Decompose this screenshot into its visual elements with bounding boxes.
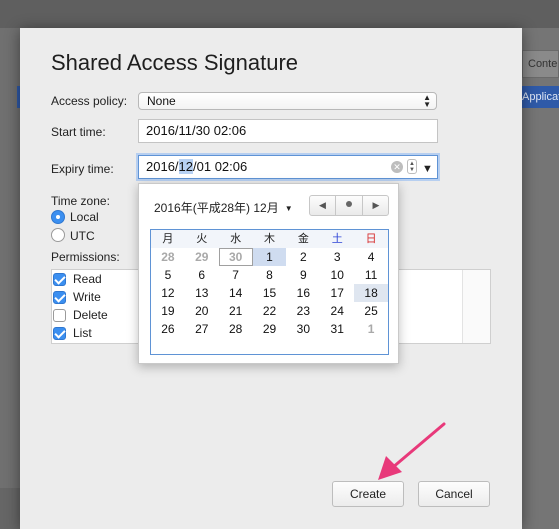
calendar-day[interactable]: 30 (286, 320, 320, 338)
expiry-time-value-year: 2016/ (146, 159, 179, 174)
time-zone-utc-label[interactable]: UTC (70, 229, 95, 243)
calendar-day[interactable]: 9 (286, 266, 320, 284)
calendar-day[interactable]: 29 (185, 248, 219, 266)
background-bottom-strip (0, 488, 20, 529)
calendar-day[interactable]: 28 (151, 248, 185, 266)
time-zone-local-radio[interactable] (51, 210, 65, 224)
calendar-day[interactable]: 12 (151, 284, 185, 302)
calendar-day[interactable]: 23 (286, 302, 320, 320)
prev-month-button[interactable]: ◀ (310, 196, 336, 215)
permission-list-label[interactable]: List (73, 326, 92, 340)
permission-write-label[interactable]: Write (73, 290, 101, 304)
calendar-day[interactable]: 21 (219, 302, 253, 320)
select-arrows-icon: ▲ ▼ (423, 93, 431, 109)
calendar-day[interactable]: 10 (320, 266, 354, 284)
expiry-time-value-month[interactable]: 12 (178, 159, 194, 174)
calendar-day[interactable]: 29 (253, 320, 287, 338)
permission-write-checkbox[interactable] (53, 291, 66, 304)
time-zone-utc-radio[interactable] (51, 228, 65, 242)
dropdown-triangle-icon[interactable]: ▼ (422, 158, 433, 180)
calendar-day[interactable]: 1 (252, 248, 287, 266)
calendar-day[interactable]: 17 (320, 284, 354, 302)
today-dot-icon (346, 201, 352, 207)
weekday-header: 木 (252, 230, 287, 248)
calendar-day[interactable]: 28 (219, 320, 253, 338)
calendar-day[interactable]: 25 (354, 302, 388, 320)
permissions-scrollbar[interactable] (462, 270, 490, 343)
start-time-label: Start time: (51, 125, 106, 139)
calendar-day[interactable]: 15 (253, 284, 287, 302)
permission-delete-checkbox[interactable] (53, 309, 66, 322)
calendar-day[interactable]: 31 (320, 320, 354, 338)
calendar-day[interactable]: 16 (286, 284, 320, 302)
weekday-header: 水 (218, 230, 253, 248)
calendar-day[interactable]: 14 (219, 284, 253, 302)
create-button[interactable]: Create (332, 481, 404, 507)
calendar-day[interactable]: 18 (354, 284, 388, 302)
calendar-day[interactable]: 4 (354, 248, 388, 266)
start-time-value: 2016/11/30 02:06 (146, 123, 247, 138)
permission-delete-label[interactable]: Delete (73, 308, 108, 322)
time-zone-local-label[interactable]: Local (70, 210, 99, 224)
calendar-day[interactable]: 27 (185, 320, 219, 338)
calendar-day[interactable]: 1 (354, 320, 388, 338)
weekday-header: 金 (286, 230, 321, 248)
weekday-header: 月 (151, 230, 185, 248)
cancel-button[interactable]: Cancel (418, 481, 490, 507)
weekday-header: 日 (354, 230, 388, 248)
month-dropdown-icon: ▼ (284, 204, 293, 213)
today-button[interactable] (336, 196, 363, 215)
calendar-day[interactable]: 3 (320, 248, 354, 266)
weekday-header: 土 (320, 230, 355, 248)
calendar-day[interactable]: 20 (185, 302, 219, 320)
start-time-input[interactable]: 2016/11/30 02:06 (138, 119, 438, 143)
clear-icon[interactable]: ✕ (391, 161, 403, 173)
chevron-right-icon: ▶ (372, 200, 380, 210)
spinner-icon[interactable]: ▲ ▼ (407, 159, 417, 174)
permissions-label: Permissions: (51, 250, 120, 264)
calendar-day[interactable]: 19 (151, 302, 185, 320)
calendar-day[interactable]: 8 (253, 266, 287, 284)
month-label: 2016年(平成28年) 12月 (154, 201, 279, 215)
background-selected-item: Applicati (522, 86, 559, 108)
date-picker-popup: 2016年(平成28年) 12月 ▼ ◀ ▶ 月火水木金土日 28 29 30 1 2 3 4 5… (138, 183, 399, 364)
weekday-header: 火 (184, 230, 219, 248)
calendar-day[interactable]: 7 (219, 266, 253, 284)
permission-list-checkbox[interactable] (53, 327, 66, 340)
calendar-day[interactable]: 2 (286, 248, 320, 266)
expiry-time-label: Expiry time: (51, 162, 114, 176)
month-selector[interactable]: 2016年(平成28年) 12月 ▼ (154, 199, 293, 216)
chevron-left-icon: ◀ (319, 200, 326, 210)
calendar-day[interactable]: 26 (151, 320, 185, 338)
calendar-day[interactable]: 13 (185, 284, 219, 302)
background-tab: Conte (522, 50, 559, 78)
permission-read-label[interactable]: Read (73, 272, 102, 286)
calendar-day[interactable]: 30 (218, 248, 253, 266)
time-zone-label: Time zone: (51, 194, 110, 208)
dialog-title: Shared Access Signature (51, 50, 299, 75)
expiry-time-input[interactable]: 2016/12/01 02:06 ✕ ▲ ▼ ▼ (138, 155, 438, 179)
calendar-day[interactable]: 22 (253, 302, 287, 320)
access-policy-value: None (147, 94, 176, 108)
access-policy-select[interactable]: None ▲ ▼ (138, 92, 437, 110)
background-toolbar (0, 0, 559, 28)
month-navigation: ◀ ▶ (309, 195, 389, 216)
calendar-day[interactable]: 6 (185, 266, 219, 284)
access-policy-label: Access policy: (51, 94, 128, 108)
permission-read-checkbox[interactable] (53, 273, 66, 286)
calendar-grid: 月火水木金土日 28 29 30 1 2 3 4 5 6 7 8 9 10 11 12 13 14 15 16 17 18… (150, 229, 389, 355)
calendar-day[interactable]: 24 (320, 302, 354, 320)
calendar-day[interactable]: 5 (151, 266, 185, 284)
calendar-day[interactable]: 11 (354, 266, 388, 284)
next-month-button[interactable]: ▶ (363, 196, 389, 215)
expiry-time-value-rest: /01 02:06 (193, 159, 248, 174)
